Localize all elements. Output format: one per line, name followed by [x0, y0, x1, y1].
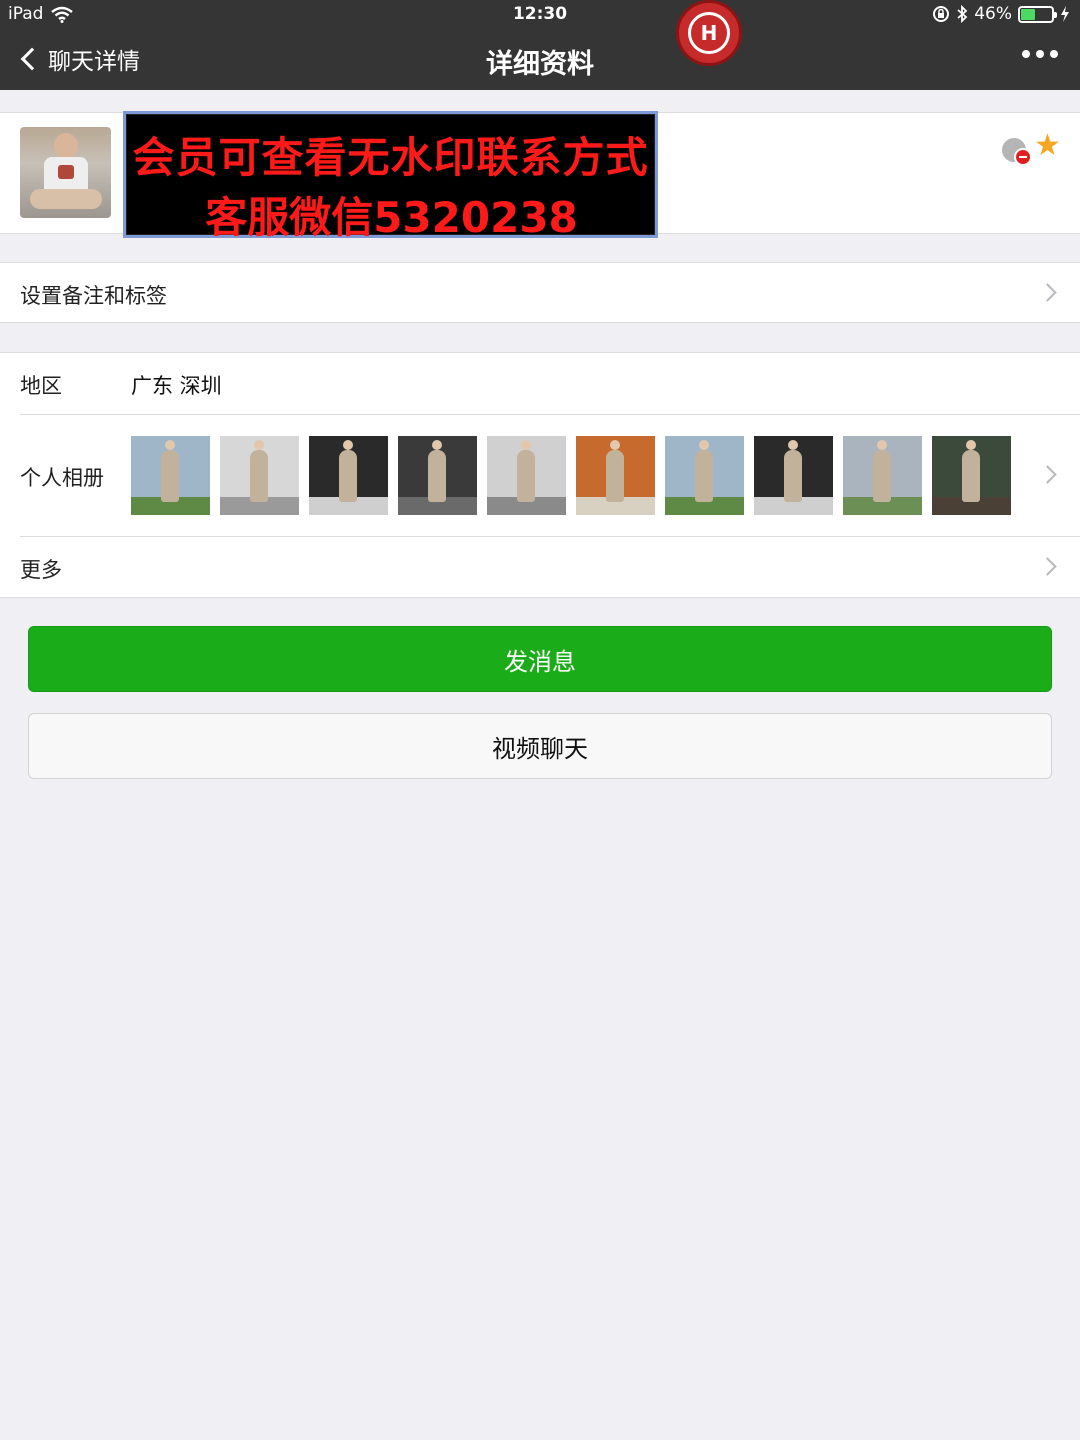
album-photo[interactable] [131, 436, 210, 515]
album-photo-figure [873, 440, 891, 502]
more-cell[interactable]: 更多 [0, 536, 1080, 597]
avatar-legs [30, 189, 102, 209]
region-label: 地区 [20, 374, 62, 398]
avatar[interactable] [20, 127, 111, 218]
send-message-button[interactable]: 发消息 [28, 626, 1052, 692]
watermark-logo: H [676, 0, 742, 66]
charging-icon [1061, 6, 1069, 22]
status-bar: iPad 12:30 46% [0, 0, 1080, 30]
battery-percent: 46% [974, 4, 1012, 24]
album-label: 个人相册 [20, 466, 104, 490]
status-right: 46% [932, 4, 1070, 24]
orientation-lock-icon [933, 6, 950, 22]
album-photo-figure [428, 440, 446, 502]
watermark-line-1: 会员可查看无水印联系方式 [132, 133, 649, 182]
album-photo-figure [250, 440, 268, 502]
album-photo[interactable] [665, 436, 744, 515]
more-options-button[interactable] [1022, 50, 1058, 58]
info-group: 地区 广东 深圳 个人相册 更多 [0, 352, 1080, 598]
remark-cell[interactable]: 设置备注和标签 [0, 263, 1080, 323]
star-icon: ★ [1034, 128, 1061, 163]
watermark-line-2: 客服微信5320238 [205, 193, 578, 242]
album-photo[interactable] [754, 436, 833, 515]
page-title: 详细资料 [486, 49, 594, 80]
album-cell[interactable]: 个人相册 [0, 414, 1080, 536]
album-photo[interactable] [576, 436, 655, 515]
album-photo-figure [606, 440, 624, 502]
battery-icon [1018, 5, 1057, 23]
more-dot-icon [1036, 50, 1044, 58]
album-strip [131, 436, 1011, 515]
chevron-right-icon [1038, 465, 1057, 484]
watermark-banner: 会员可查看无水印联系方式 客服微信5320238 [123, 111, 658, 242]
region-cell: 地区 广东 深圳 [0, 353, 1080, 414]
status-time: 12:30 [512, 4, 568, 24]
more-dot-icon [1050, 50, 1058, 58]
album-photo-figure [339, 440, 357, 502]
avatar-shirt [44, 157, 88, 191]
chevron-right-icon [1038, 283, 1057, 302]
album-photo-figure [695, 440, 713, 502]
bluetooth-icon [957, 5, 968, 23]
region-value: 广东 深圳 [131, 374, 222, 398]
remark-group: 设置备注和标签 [0, 262, 1080, 323]
chevron-right-icon [1038, 557, 1057, 576]
top-bar: iPad 12:30 46% 聊天详情 详细资料 [0, 0, 1080, 90]
album-photo-figure [517, 440, 535, 502]
album-photo-figure [784, 440, 802, 502]
album-photo[interactable] [220, 436, 299, 515]
album-photo[interactable] [932, 436, 1011, 515]
album-photo[interactable] [398, 436, 477, 515]
album-photo[interactable] [309, 436, 388, 515]
more-dot-icon [1022, 50, 1030, 58]
album-photo-figure [962, 440, 980, 502]
video-chat-button[interactable]: 视频聊天 [28, 713, 1052, 779]
remark-label: 设置备注和标签 [20, 284, 167, 308]
block-icon [1002, 138, 1030, 164]
more-label: 更多 [20, 558, 62, 582]
avatar-head [54, 133, 78, 159]
album-photo-figure [161, 440, 179, 502]
album-photo[interactable] [487, 436, 566, 515]
battery-fill [1021, 8, 1035, 20]
nav-bar: 聊天详情 详细资料 [0, 30, 1080, 90]
album-photo[interactable] [843, 436, 922, 515]
watermark-logo-mark: H [688, 12, 730, 54]
